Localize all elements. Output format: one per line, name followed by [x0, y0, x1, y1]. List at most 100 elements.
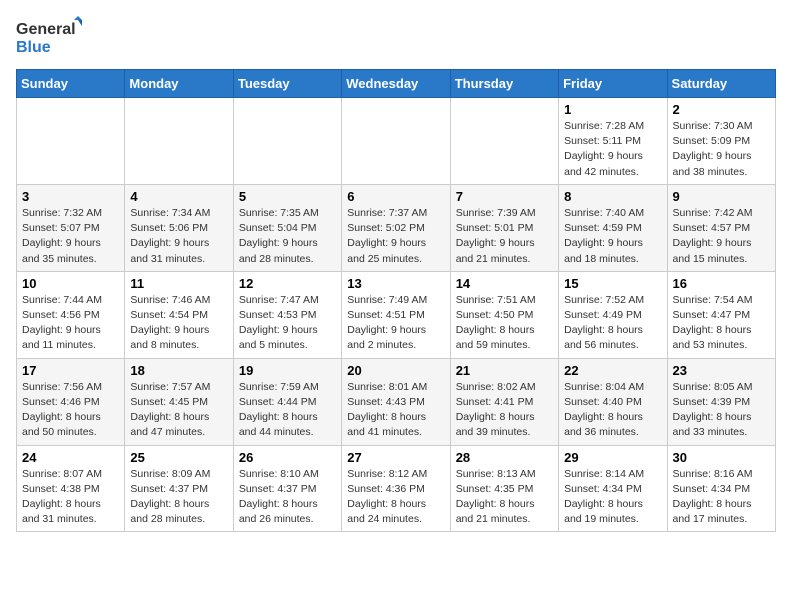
day-info: Sunrise: 7:51 AM Sunset: 4:50 PM Dayligh…: [456, 293, 553, 354]
calendar-day-cell: 3Sunrise: 7:32 AM Sunset: 5:07 PM Daylig…: [17, 184, 125, 271]
svg-text:Blue: Blue: [16, 39, 51, 56]
calendar-day-cell: 23Sunrise: 8:05 AM Sunset: 4:39 PM Dayli…: [667, 358, 775, 445]
day-number: 20: [347, 363, 444, 378]
day-info: Sunrise: 7:37 AM Sunset: 5:02 PM Dayligh…: [347, 206, 444, 267]
day-info: Sunrise: 7:40 AM Sunset: 4:59 PM Dayligh…: [564, 206, 661, 267]
day-info: Sunrise: 8:12 AM Sunset: 4:36 PM Dayligh…: [347, 467, 444, 528]
day-number: 27: [347, 450, 444, 465]
day-info: Sunrise: 7:49 AM Sunset: 4:51 PM Dayligh…: [347, 293, 444, 354]
day-info: Sunrise: 8:04 AM Sunset: 4:40 PM Dayligh…: [564, 380, 661, 441]
calendar-day-cell: [233, 98, 341, 185]
day-info: Sunrise: 7:46 AM Sunset: 4:54 PM Dayligh…: [130, 293, 227, 354]
calendar-day-cell: 25Sunrise: 8:09 AM Sunset: 4:37 PM Dayli…: [125, 445, 233, 532]
day-number: 15: [564, 276, 661, 291]
day-info: Sunrise: 8:02 AM Sunset: 4:41 PM Dayligh…: [456, 380, 553, 441]
day-info: Sunrise: 7:52 AM Sunset: 4:49 PM Dayligh…: [564, 293, 661, 354]
day-number: 21: [456, 363, 553, 378]
day-number: 2: [673, 102, 770, 117]
calendar-table: SundayMondayTuesdayWednesdayThursdayFrid…: [16, 69, 776, 532]
calendar-day-cell: 8 Sunrise: 7:40 AM Sunset: 4:59 PM Daylig…: [559, 184, 667, 271]
weekday-header: Saturday: [667, 70, 775, 98]
day-number: 30: [673, 450, 770, 465]
calendar-week-row: 24Sunrise: 8:07 AM Sunset: 4:38 PM Dayli…: [17, 445, 776, 532]
calendar-day-cell: 21 Sunrise: 8:02 AM Sunset: 4:41 PM Dayli…: [450, 358, 558, 445]
day-info: Sunrise: 7:56 AM Sunset: 4:46 PM Dayligh…: [22, 380, 119, 441]
calendar-week-row: 3Sunrise: 7:32 AM Sunset: 5:07 PM Daylig…: [17, 184, 776, 271]
day-info: Sunrise: 8:13 AM Sunset: 4:35 PM Dayligh…: [456, 467, 553, 528]
calendar-day-cell: 13 Sunrise: 7:49 AM Sunset: 4:51 PM Dayli…: [342, 271, 450, 358]
day-number: 14: [456, 276, 553, 291]
weekday-header: Tuesday: [233, 70, 341, 98]
day-number: 10: [22, 276, 119, 291]
calendar-day-cell: 29 Sunrise: 8:14 AM Sunset: 4:34 PM Dayli…: [559, 445, 667, 532]
calendar-day-cell: 28 Sunrise: 8:13 AM Sunset: 4:35 PM Dayli…: [450, 445, 558, 532]
calendar-week-row: 1 Sunrise: 7:28 AM Sunset: 5:11 PM Daylig…: [17, 98, 776, 185]
day-info: Sunrise: 7:42 AM Sunset: 4:57 PM Dayligh…: [673, 206, 770, 267]
weekday-header: Wednesday: [342, 70, 450, 98]
day-info: Sunrise: 8:10 AM Sunset: 4:37 PM Dayligh…: [239, 467, 336, 528]
day-number: 25: [130, 450, 227, 465]
calendar-day-cell: 30Sunrise: 8:16 AM Sunset: 4:34 PM Dayli…: [667, 445, 775, 532]
day-info: Sunrise: 7:30 AM Sunset: 5:09 PM Dayligh…: [673, 119, 770, 180]
calendar-day-cell: 5Sunrise: 7:35 AM Sunset: 5:04 PM Daylig…: [233, 184, 341, 271]
calendar-day-cell: 1 Sunrise: 7:28 AM Sunset: 5:11 PM Daylig…: [559, 98, 667, 185]
calendar-header-row: SundayMondayTuesdayWednesdayThursdayFrid…: [17, 70, 776, 98]
calendar-day-cell: 14 Sunrise: 7:51 AM Sunset: 4:50 PM Dayli…: [450, 271, 558, 358]
weekday-header: Thursday: [450, 70, 558, 98]
calendar-day-cell: 12Sunrise: 7:47 AM Sunset: 4:53 PM Dayli…: [233, 271, 341, 358]
day-number: 16: [673, 276, 770, 291]
day-number: 3: [22, 189, 119, 204]
day-info: Sunrise: 7:44 AM Sunset: 4:56 PM Dayligh…: [22, 293, 119, 354]
calendar-day-cell: 17 Sunrise: 7:56 AM Sunset: 4:46 PM Dayli…: [17, 358, 125, 445]
calendar-day-cell: 15 Sunrise: 7:52 AM Sunset: 4:49 PM Dayli…: [559, 271, 667, 358]
calendar-day-cell: 4 Sunrise: 7:34 AM Sunset: 5:06 PM Daylig…: [125, 184, 233, 271]
day-number: 19: [239, 363, 336, 378]
calendar-day-cell: 9 Sunrise: 7:42 AM Sunset: 4:57 PM Daylig…: [667, 184, 775, 271]
day-number: 6: [347, 189, 444, 204]
page-header: GeneralBlue: [16, 16, 776, 61]
calendar-day-cell: [125, 98, 233, 185]
day-number: 4: [130, 189, 227, 204]
calendar-day-cell: [450, 98, 558, 185]
calendar-day-cell: 19 Sunrise: 7:59 AM Sunset: 4:44 PM Dayli…: [233, 358, 341, 445]
calendar-day-cell: 26 Sunrise: 8:10 AM Sunset: 4:37 PM Dayli…: [233, 445, 341, 532]
day-number: 29: [564, 450, 661, 465]
calendar-day-cell: 11 Sunrise: 7:46 AM Sunset: 4:54 PM Dayli…: [125, 271, 233, 358]
day-number: 9: [673, 189, 770, 204]
day-number: 18: [130, 363, 227, 378]
calendar-day-cell: 6 Sunrise: 7:37 AM Sunset: 5:02 PM Daylig…: [342, 184, 450, 271]
weekday-header: Sunday: [17, 70, 125, 98]
day-number: 8: [564, 189, 661, 204]
calendar-day-cell: 20Sunrise: 8:01 AM Sunset: 4:43 PM Dayli…: [342, 358, 450, 445]
day-info: Sunrise: 8:07 AM Sunset: 4:38 PM Dayligh…: [22, 467, 119, 528]
day-number: 1: [564, 102, 661, 117]
calendar-week-row: 10 Sunrise: 7:44 AM Sunset: 4:56 PM Dayli…: [17, 271, 776, 358]
day-info: Sunrise: 7:34 AM Sunset: 5:06 PM Dayligh…: [130, 206, 227, 267]
day-number: 28: [456, 450, 553, 465]
day-info: Sunrise: 7:59 AM Sunset: 4:44 PM Dayligh…: [239, 380, 336, 441]
logo-svg: GeneralBlue: [16, 16, 86, 61]
day-number: 11: [130, 276, 227, 291]
day-number: 17: [22, 363, 119, 378]
calendar-day-cell: 18 Sunrise: 7:57 AM Sunset: 4:45 PM Dayli…: [125, 358, 233, 445]
day-number: 26: [239, 450, 336, 465]
day-info: Sunrise: 7:35 AM Sunset: 5:04 PM Dayligh…: [239, 206, 336, 267]
weekday-header: Friday: [559, 70, 667, 98]
calendar-day-cell: 16 Sunrise: 7:54 AM Sunset: 4:47 PM Dayli…: [667, 271, 775, 358]
calendar-day-cell: [17, 98, 125, 185]
day-number: 13: [347, 276, 444, 291]
day-info: Sunrise: 7:39 AM Sunset: 5:01 PM Dayligh…: [456, 206, 553, 267]
calendar-day-cell: 24Sunrise: 8:07 AM Sunset: 4:38 PM Dayli…: [17, 445, 125, 532]
day-number: 22: [564, 363, 661, 378]
calendar-day-cell: 22 Sunrise: 8:04 AM Sunset: 4:40 PM Dayli…: [559, 358, 667, 445]
day-info: Sunrise: 7:54 AM Sunset: 4:47 PM Dayligh…: [673, 293, 770, 354]
calendar-day-cell: 10 Sunrise: 7:44 AM Sunset: 4:56 PM Dayli…: [17, 271, 125, 358]
day-info: Sunrise: 7:28 AM Sunset: 5:11 PM Dayligh…: [564, 119, 661, 180]
day-info: Sunrise: 8:14 AM Sunset: 4:34 PM Dayligh…: [564, 467, 661, 528]
day-number: 23: [673, 363, 770, 378]
calendar-day-cell: 7Sunrise: 7:39 AM Sunset: 5:01 PM Daylig…: [450, 184, 558, 271]
logo: GeneralBlue: [16, 16, 86, 61]
day-number: 12: [239, 276, 336, 291]
day-info: Sunrise: 7:57 AM Sunset: 4:45 PM Dayligh…: [130, 380, 227, 441]
svg-text:General: General: [16, 21, 76, 38]
